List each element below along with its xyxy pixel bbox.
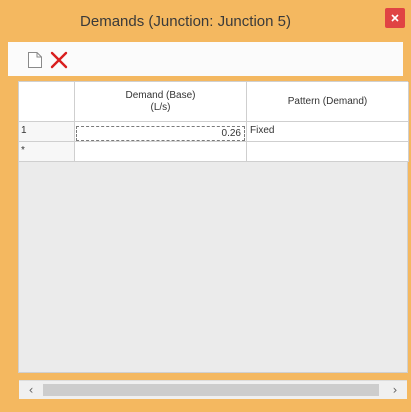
horizontal-scrollbar[interactable]: ‹ ›	[19, 380, 407, 399]
column-header-demand-label: Demand (Base) (L/s)	[125, 89, 196, 113]
title-bar[interactable]: Demands (Junction: Junction 5)	[0, 0, 411, 42]
column-header-demand[interactable]: Demand (Base) (L/s)	[75, 82, 247, 122]
toolbar	[8, 42, 403, 76]
window-title: Demands (Junction: Junction 5)	[80, 13, 291, 30]
column-header-pattern[interactable]: Pattern (Demand)	[247, 82, 409, 122]
table-row-new: *	[19, 142, 409, 162]
demand-value[interactable]: 0.26	[76, 126, 245, 141]
new-row-header[interactable]: *	[19, 142, 75, 162]
close-icon	[391, 14, 399, 22]
grid-header-row: Demand (Base) (L/s) Pattern (Demand)	[19, 82, 409, 122]
delete-demand-button[interactable]	[48, 49, 70, 71]
column-header-pattern-label: Pattern (Demand)	[287, 95, 368, 107]
delete-x-icon	[50, 51, 68, 69]
scroll-thumb[interactable]	[43, 384, 379, 396]
demands-grid[interactable]: Demand (Base) (L/s) Pattern (Demand) 1 0…	[18, 81, 409, 373]
grid-corner-cell[interactable]	[19, 82, 75, 122]
demand-cell[interactable]: 0.26	[75, 122, 247, 142]
new-demand-button[interactable]	[24, 49, 46, 71]
scroll-right-icon[interactable]: ›	[387, 383, 403, 397]
demand-cell-new[interactable]	[75, 142, 247, 162]
demands-window: Demands (Junction: Junction 5) Demand (B…	[0, 0, 411, 412]
pattern-cell[interactable]: Fixed	[247, 122, 409, 142]
new-document-icon	[28, 52, 42, 68]
pattern-cell-new[interactable]	[247, 142, 409, 162]
scroll-left-icon[interactable]: ‹	[23, 383, 39, 397]
table-row: 1 0.26 Fixed	[19, 122, 409, 142]
row-header[interactable]: 1	[19, 122, 75, 142]
close-button[interactable]	[385, 8, 405, 28]
